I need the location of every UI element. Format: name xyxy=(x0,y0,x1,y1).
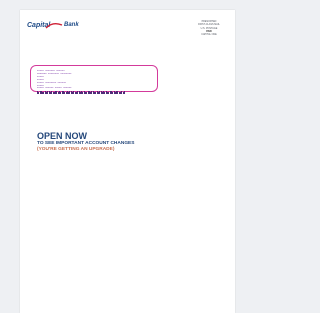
capital-one-logo: Capital Bank xyxy=(27,20,89,32)
address-window: ##### ####### ###### 0000000 ######## ##… xyxy=(30,65,158,94)
envelope: Capital Bank PRESORTED FIRST-CLASS MAIL … xyxy=(20,10,235,313)
postal-barcode xyxy=(37,90,151,94)
swoosh-icon xyxy=(45,23,63,29)
headline-upgrade: (YOU'RE GETTING AN UPGRADE) xyxy=(37,147,115,152)
barcode-bar xyxy=(123,90,125,94)
headline-open-now: OPEN NOW xyxy=(37,131,88,141)
address-line: ##### ###### ##### ###### xyxy=(37,87,72,90)
postage-line: CAPITAL ONE xyxy=(201,33,217,37)
logo-text-bank: Bank xyxy=(64,22,79,28)
postage-indicia: PRESORTED FIRST-CLASS MAIL U.S. POSTAGE … xyxy=(192,20,226,36)
headline-block: OPEN NOW TO SEE IMPORTANT ACCOUNT CHANGE… xyxy=(37,132,217,153)
